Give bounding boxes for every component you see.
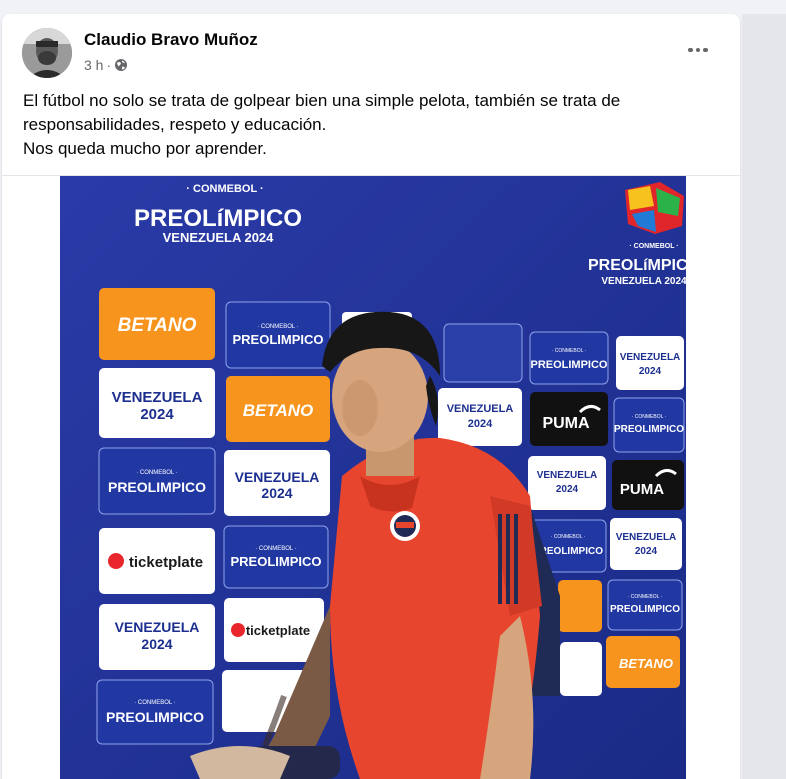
sponsor-preolimpico-small: · CONMEBOL · <box>255 546 296 552</box>
sponsor-year: 2024 <box>556 484 579 495</box>
sponsor-preolimpico: PREOLIMPICO <box>614 424 684 435</box>
sponsor-year: 2024 <box>261 485 292 501</box>
sponsor-preolimpico-small: · CONMEBOL · <box>552 348 587 354</box>
sponsor-preolimpico-small: · CONMEBOL · <box>632 414 667 420</box>
sponsor-year: 2024 <box>635 546 658 557</box>
sponsor-ticketplate: ticketplate <box>246 623 310 638</box>
right-panel <box>742 14 786 779</box>
author-name[interactable]: Claudio Bravo Muñoz <box>84 30 258 50</box>
sponsor-preolimpico: PREOLIMPICO <box>230 554 321 569</box>
post-time[interactable]: 3 h <box>84 57 103 73</box>
sponsor-venezuela: VENEZUELA <box>235 469 320 485</box>
post-photo[interactable]: · CONMEBOL · PREOLíMPICO VENEZUELA 2024 … <box>60 176 686 779</box>
sponsor-preolimpico: PREOLIMPICO <box>530 359 607 371</box>
meta-separator: · <box>106 57 112 73</box>
sponsor-venezuela: VENEZUELA <box>620 352 681 363</box>
post-text-line: Nos queda mucho por aprender. <box>23 139 267 158</box>
logo-org: · CONMEBOL · <box>629 243 678 250</box>
sponsor-year: 2024 <box>141 636 172 652</box>
more-options-icon <box>695 47 701 53</box>
backdrop-tournament: PREOLíMPICO <box>134 205 302 232</box>
sponsor-betano: BETANO <box>619 656 673 671</box>
globe-icon[interactable] <box>114 58 128 72</box>
sponsor-preolimpico: PREOLIMPICO <box>108 479 206 495</box>
feed-top-strip <box>0 0 786 12</box>
more-options-button[interactable] <box>680 36 716 64</box>
sponsor-betano: BETANO <box>118 315 197 336</box>
sponsor-betano: BETANO <box>243 401 314 420</box>
sponsor-puma: PUMA <box>542 415 590 432</box>
sponsor-preolimpico-small: · CONMEBOL · <box>136 470 177 476</box>
backdrop-org: · CONMEBOL · <box>186 183 263 195</box>
sponsor-preolimpico-small: · CONMEBOL · <box>628 594 663 600</box>
post-meta: 3 h · <box>84 57 128 73</box>
sponsor-preolimpico: PREOLIMPICO <box>232 332 323 347</box>
post-card: Claudio Bravo Muñoz 3 h · El fútbol no s… <box>2 14 740 779</box>
sponsor-preolimpico: PREOLIMPICO <box>106 709 204 725</box>
sponsor-venezuela: VENEZUELA <box>616 532 677 543</box>
sponsor-year: 2024 <box>140 406 174 423</box>
sponsor-year: 2024 <box>468 418 493 430</box>
photo-image: · CONMEBOL · PREOLíMPICO VENEZUELA 2024 … <box>60 176 686 779</box>
avatar-image <box>22 28 72 78</box>
sponsor-preolimpico-small: · CONMEBOL · <box>257 324 298 330</box>
sponsor-preolimpico-small: · CONMEBOL · <box>551 534 586 540</box>
sponsor-venezuela: VENEZUELA <box>115 619 200 635</box>
sponsor-venezuela: VENEZUELA <box>537 470 598 481</box>
more-options-icon <box>688 47 693 53</box>
post-text-line: responsabilidades, respeto y educación. <box>23 115 327 134</box>
logo-host: VENEZUELA 2024 <box>601 276 686 287</box>
sponsor-puma: PUMA <box>620 481 664 498</box>
sponsor-ticketplate: ticketplate <box>129 554 203 571</box>
sponsor-year: 2024 <box>639 366 662 377</box>
author-avatar[interactable] <box>22 28 72 78</box>
sponsor-venezuela: VENEZUELA <box>112 389 203 406</box>
sponsor-preolimpico-small: · CONMEBOL · <box>134 700 175 706</box>
sponsor-venezuela: VENEZUELA <box>447 403 514 415</box>
logo-tournament: PREOLíMPICO <box>588 257 686 274</box>
backdrop-host: VENEZUELA 2024 <box>163 230 275 245</box>
more-options-icon <box>703 47 708 53</box>
post-text: El fútbol no solo se trata de golpear bi… <box>23 89 723 161</box>
post-text-line: El fútbol no solo se trata de golpear bi… <box>23 91 621 110</box>
sponsor-preolimpico: PREOLIMPICO <box>610 604 680 615</box>
